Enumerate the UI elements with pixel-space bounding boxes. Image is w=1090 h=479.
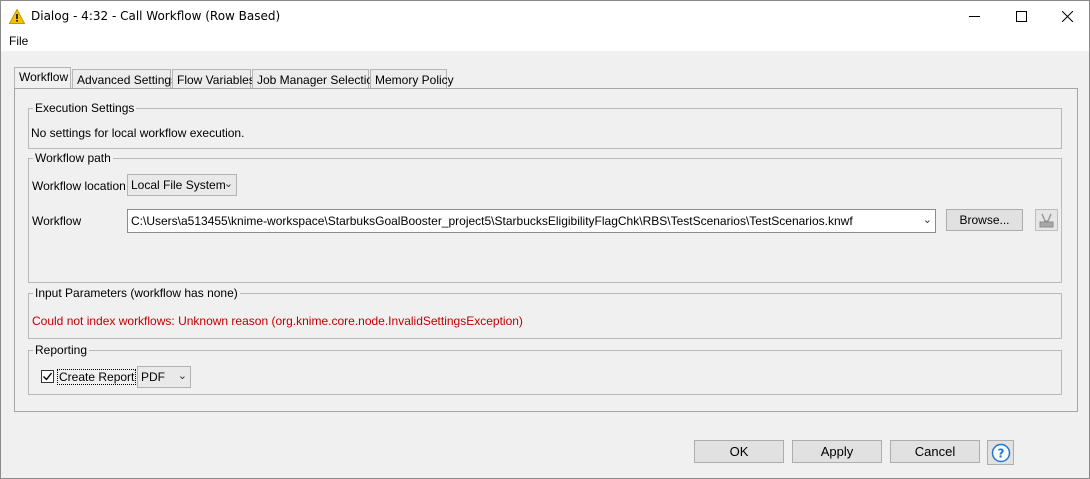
dialog-window: Dialog - 4:32 - Call Workflow (Row Based…: [0, 0, 1090, 479]
chevron-down-icon: ⌄: [223, 178, 233, 190]
checkmark-icon: [43, 372, 53, 381]
workflow-label: Workflow: [32, 214, 82, 228]
title-bar: Dialog - 4:32 - Call Workflow (Row Based…: [1, 1, 1089, 32]
create-report-label[interactable]: Create Report: [57, 369, 137, 385]
chevron-down-icon: ⌄: [922, 214, 932, 226]
cancel-button[interactable]: Cancel: [890, 440, 980, 463]
workflow-location-select[interactable]: Local File System ⌄: [127, 174, 237, 196]
workflow-path-group: Workflow path Workflow location Local Fi…: [28, 151, 1062, 283]
workflow-path-value: C:\Users\a513455\knime-workspace\Starbuk…: [131, 214, 853, 228]
report-format-value: PDF: [141, 370, 165, 384]
menu-file[interactable]: File: [9, 34, 28, 48]
tab-flow-variables[interactable]: Flow Variables: [172, 69, 255, 89]
execution-settings-title: Execution Settings: [33, 101, 137, 115]
workflow-location-value: Local File System: [131, 178, 226, 192]
input-parameters-group: Input Parameters (workflow has none) Cou…: [28, 286, 1062, 339]
minimize-icon: [968, 16, 980, 17]
input-parameters-title: Input Parameters (workflow has none): [33, 286, 240, 300]
menu-bar: File: [1, 32, 1089, 51]
question-mark-icon: ?: [991, 443, 1010, 462]
browse-button[interactable]: Browse...: [946, 209, 1023, 231]
svg-text:?: ?: [997, 446, 1004, 460]
tab-panel-workflow: Execution Settings No settings for local…: [14, 88, 1078, 412]
apply-button[interactable]: Apply: [792, 440, 882, 463]
create-report-checkbox[interactable]: [41, 370, 54, 383]
tab-advanced-settings[interactable]: Advanced Settings: [72, 69, 177, 89]
ok-button[interactable]: OK: [694, 440, 784, 463]
help-button[interactable]: ?: [987, 440, 1014, 465]
tab-memory-policy[interactable]: Memory Policy: [370, 69, 454, 89]
disabled-tool-icon: [1039, 213, 1054, 227]
close-button[interactable]: [1044, 1, 1090, 32]
window-title: Dialog - 4:32 - Call Workflow (Row Based…: [31, 9, 281, 23]
maximize-button[interactable]: [998, 1, 1044, 32]
chevron-down-icon: ⌄: [177, 370, 187, 382]
warning-triangle-icon: [9, 9, 25, 24]
disabled-tool-button: [1035, 209, 1058, 231]
workflow-location-label: Workflow location: [32, 179, 126, 193]
tab-job-manager-selection[interactable]: Job Manager Selection: [252, 69, 380, 89]
close-icon: [1061, 11, 1073, 22]
workflow-path-title: Workflow path: [33, 151, 113, 165]
maximize-icon: [1015, 11, 1027, 22]
report-format-select[interactable]: PDF ⌄: [137, 366, 191, 388]
tab-workflow[interactable]: Workflow: [14, 67, 71, 89]
execution-settings-group: Execution Settings No settings for local…: [28, 101, 1062, 149]
reporting-group: Reporting Create Report PDF ⌄: [28, 343, 1062, 395]
reporting-title: Reporting: [33, 343, 90, 357]
input-parameters-error: Could not index workflows: Unknown reaso…: [32, 314, 523, 328]
minimize-button[interactable]: [951, 1, 997, 32]
execution-settings-text: No settings for local workflow execution…: [31, 126, 245, 140]
workflow-path-combo[interactable]: C:\Users\a513455\knime-workspace\Starbuk…: [127, 209, 936, 233]
